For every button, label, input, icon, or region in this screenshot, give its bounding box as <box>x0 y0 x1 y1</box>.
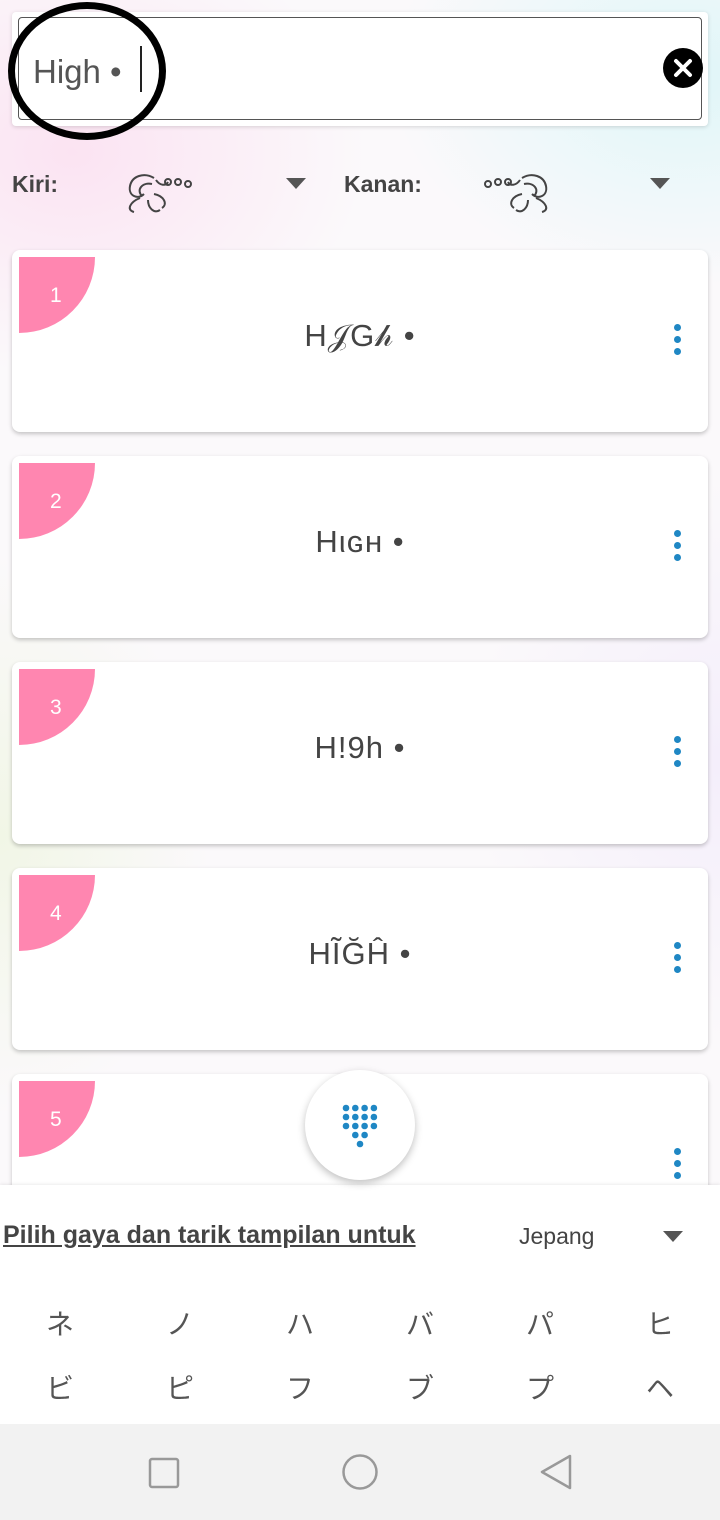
result-text: Hιɢʜ • <box>315 524 405 559</box>
result-text: H!9h • <box>314 730 406 765</box>
right-flourish-icon <box>484 174 548 213</box>
result-text: H𝒥G𝒽 • <box>304 318 416 353</box>
result-number: 5 <box>50 1108 62 1131</box>
keypad-button[interactable] <box>305 1070 415 1180</box>
kana-key[interactable]: ヒ <box>630 1303 690 1343</box>
kana-key[interactable]: ネ <box>30 1303 90 1343</box>
kana-key[interactable]: ノ <box>150 1303 210 1343</box>
chevron-down-icon <box>286 178 306 189</box>
search-input[interactable] <box>33 48 593 96</box>
result-number: 4 <box>50 902 62 925</box>
result-card-2[interactable]: 2 Hιɢʜ • <box>12 456 708 638</box>
result-card-4[interactable]: 4 HĨĞĤ • <box>12 868 708 1050</box>
result-number: 3 <box>50 696 62 719</box>
kana-key[interactable]: バ <box>390 1303 450 1343</box>
back-icon[interactable] <box>538 1453 574 1491</box>
chevron-down-icon <box>663 1231 683 1242</box>
more-vert-icon[interactable] <box>672 736 682 772</box>
language-selected: Jepang <box>519 1223 595 1249</box>
result-number: 2 <box>50 490 62 513</box>
result-card-3[interactable]: 3 H!9h • <box>12 662 708 844</box>
system-navigation-bar <box>0 1424 720 1520</box>
more-vert-icon[interactable] <box>672 324 682 360</box>
text-cursor <box>140 46 142 92</box>
search-bar <box>12 12 708 126</box>
home-icon[interactable] <box>341 1453 379 1491</box>
kana-key[interactable]: ビ <box>30 1367 90 1407</box>
right-decoration-select[interactable] <box>476 166 686 220</box>
search-field-frame <box>18 17 703 120</box>
clear-button[interactable] <box>663 48 703 88</box>
kana-key[interactable]: フ <box>270 1367 330 1407</box>
kana-key[interactable]: ブ <box>390 1367 450 1407</box>
character-panel: Pilih gaya dan tarik tampilan untuk Jepa… <box>0 1185 720 1424</box>
kana-key[interactable]: パ <box>510 1303 570 1343</box>
left-decoration-select[interactable] <box>112 166 312 220</box>
right-decoration-label: Kanan: <box>344 171 422 197</box>
recents-icon[interactable] <box>148 1457 180 1489</box>
language-select[interactable]: Jepang <box>505 1211 705 1263</box>
result-number: 1 <box>50 284 62 307</box>
kana-key[interactable]: ヘ <box>630 1367 690 1407</box>
close-icon <box>674 59 692 77</box>
kana-key[interactable]: プ <box>510 1367 570 1407</box>
more-vert-icon[interactable] <box>672 530 682 566</box>
kana-key[interactable]: ハ <box>270 1303 330 1343</box>
left-flourish-icon <box>128 174 192 213</box>
more-vert-icon[interactable] <box>672 1148 682 1184</box>
result-card-1[interactable]: 1 H𝒥G𝒽 • <box>12 250 708 432</box>
style-hint-text: Pilih gaya dan tarik tampilan untuk <box>3 1221 416 1249</box>
result-number-badge: 5 <box>19 1081 95 1157</box>
kana-key[interactable]: ピ <box>150 1367 210 1407</box>
more-vert-icon[interactable] <box>672 942 682 978</box>
dialpad-icon <box>342 1104 378 1148</box>
result-text: HĨĞĤ • <box>308 936 412 971</box>
left-decoration-label: Kiri: <box>12 171 58 197</box>
chevron-down-icon <box>650 178 670 189</box>
